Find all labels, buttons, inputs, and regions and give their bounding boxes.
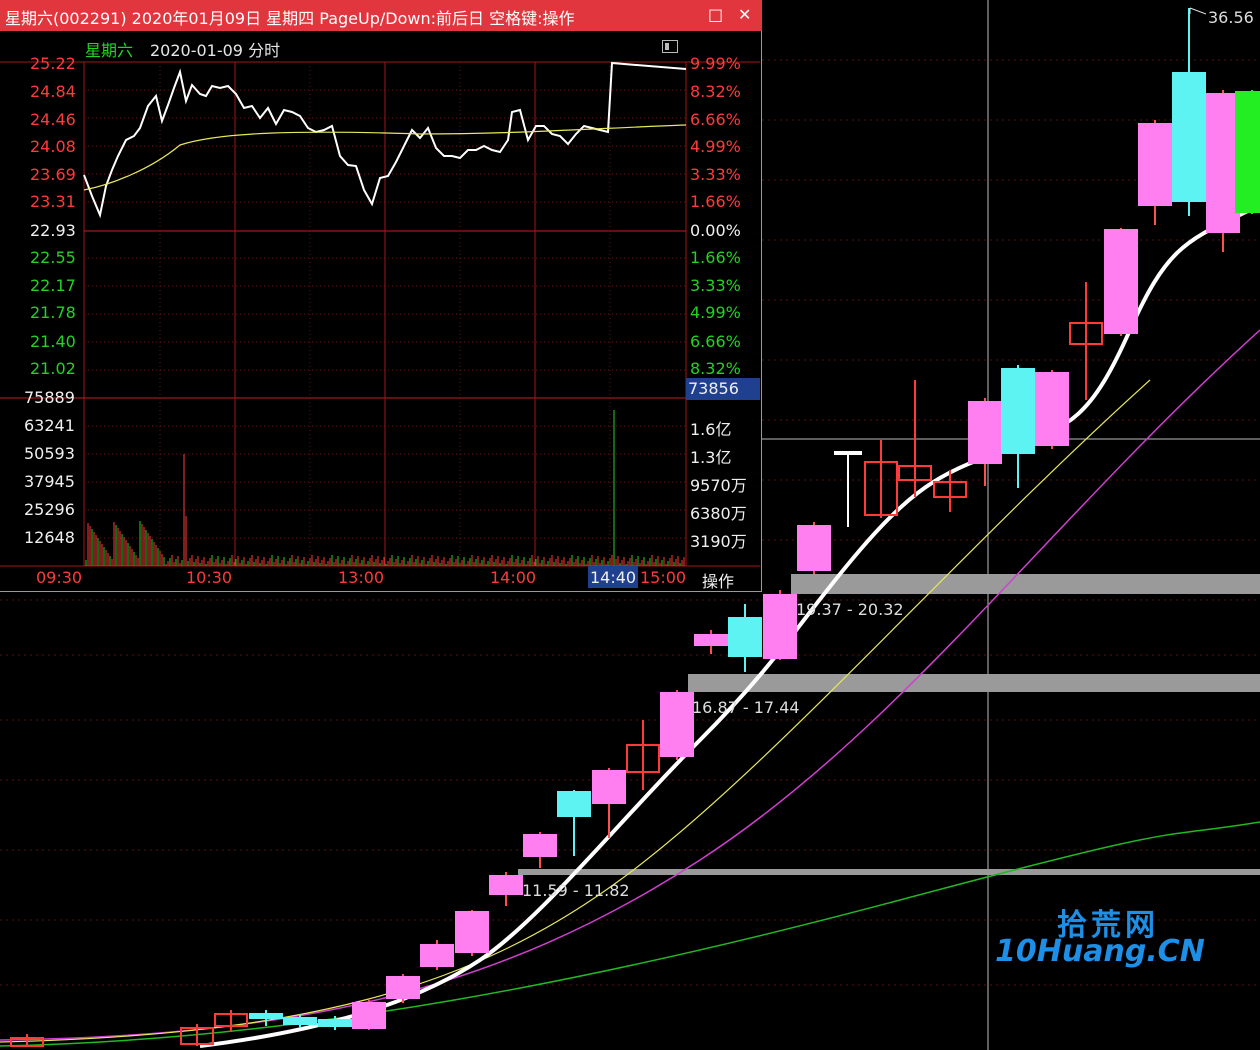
candle-body bbox=[352, 1002, 386, 1029]
candle-body bbox=[1001, 368, 1035, 454]
intraday-popup-window[interactable]: 星期六(002291) 2020年01月09日 星期四 PageUp/Down:… bbox=[0, 0, 762, 592]
candle-body bbox=[283, 1017, 317, 1025]
logo-english: 10Huang.CN bbox=[995, 934, 1205, 969]
time-label: 15:00 bbox=[640, 568, 687, 587]
candle-body bbox=[523, 834, 557, 857]
volume-label: 12648 bbox=[24, 528, 75, 547]
pct-label: 8.32% bbox=[690, 359, 741, 378]
candle-body bbox=[1206, 93, 1240, 233]
operate-button[interactable]: 操作 bbox=[702, 568, 734, 592]
gap-zone-label: 11.59 - 11.82 bbox=[522, 881, 630, 900]
pct-label: 8.32% bbox=[690, 82, 741, 101]
price-label: 22.17 bbox=[30, 276, 76, 295]
candle-body bbox=[386, 976, 420, 999]
intraday-svg bbox=[0, 61, 760, 567]
pct-label: 9.99% bbox=[690, 54, 741, 73]
amount-label-current: 73856 bbox=[688, 379, 739, 398]
gap-zone bbox=[518, 869, 1260, 875]
gap-zone-label: 19.37 - 20.32 bbox=[796, 600, 904, 619]
amount-label: 9570万 bbox=[690, 476, 747, 495]
volume-label: 50593 bbox=[24, 444, 75, 463]
candle-body bbox=[249, 1013, 283, 1019]
pct-label: 4.99% bbox=[690, 303, 741, 322]
volume-label: 37945 bbox=[24, 472, 75, 491]
gap-zone bbox=[791, 574, 1260, 594]
candle-body bbox=[763, 594, 797, 659]
time-label: 14:00 bbox=[490, 568, 537, 587]
price-label: 21.40 bbox=[30, 332, 76, 351]
candle-body bbox=[420, 944, 454, 967]
amount-label: 3190万 bbox=[690, 532, 747, 551]
peak-price-label: 36.56 bbox=[1208, 8, 1254, 27]
candle-body bbox=[1235, 91, 1260, 213]
pct-label: 3.33% bbox=[690, 276, 741, 295]
candle-body bbox=[592, 770, 626, 804]
pct-label-base: 0.00% bbox=[690, 221, 741, 240]
amount-label: 6380万 bbox=[690, 504, 747, 523]
candle-body bbox=[968, 401, 1002, 464]
gap-zone bbox=[688, 674, 1260, 692]
price-label: 24.84 bbox=[30, 82, 76, 101]
pct-label: 6.66% bbox=[690, 110, 741, 129]
candle-body bbox=[489, 875, 523, 895]
candle-body bbox=[455, 911, 489, 953]
pct-label: 4.99% bbox=[690, 137, 741, 156]
volume-label: 63241 bbox=[24, 416, 75, 435]
volume-label: 25296 bbox=[24, 500, 75, 519]
price-label: 23.69 bbox=[30, 165, 76, 184]
time-label-current: 14:40 bbox=[590, 568, 637, 587]
amount-label: 1.6亿 bbox=[690, 420, 732, 439]
price-label: 24.08 bbox=[30, 137, 76, 156]
candle-body bbox=[318, 1019, 352, 1027]
candle-body bbox=[728, 617, 762, 657]
time-label: 13:00 bbox=[338, 568, 385, 587]
price-label: 25.22 bbox=[30, 54, 76, 73]
candle-body bbox=[557, 791, 591, 817]
pct-label: 1.66% bbox=[690, 248, 741, 267]
pct-label: 1.66% bbox=[690, 192, 741, 211]
amount-label: 1.3亿 bbox=[690, 448, 732, 467]
pct-label: 6.66% bbox=[690, 332, 741, 351]
candle-body bbox=[1104, 229, 1138, 334]
time-label: 09:30 bbox=[36, 568, 83, 587]
price-label: 23.31 bbox=[30, 192, 76, 211]
candle-body bbox=[1172, 72, 1206, 202]
candle-body bbox=[797, 525, 831, 571]
price-label-base: 22.93 bbox=[30, 221, 76, 240]
candle-body bbox=[1035, 372, 1069, 446]
pct-label: 3.33% bbox=[690, 165, 741, 184]
gap-zone-label: 16.87 - 17.44 bbox=[692, 698, 800, 717]
price-label: 24.46 bbox=[30, 110, 76, 129]
candle-body bbox=[1138, 123, 1172, 206]
price-label: 21.78 bbox=[30, 303, 76, 322]
candle-body bbox=[834, 451, 862, 455]
candle-body bbox=[660, 692, 694, 757]
time-label: 10:30 bbox=[186, 568, 233, 587]
volume-label: 75889 bbox=[24, 388, 75, 407]
price-label: 21.02 bbox=[30, 359, 76, 378]
candle-body bbox=[694, 634, 728, 646]
price-label: 22.55 bbox=[30, 248, 76, 267]
peak-marker bbox=[1189, 7, 1207, 15]
